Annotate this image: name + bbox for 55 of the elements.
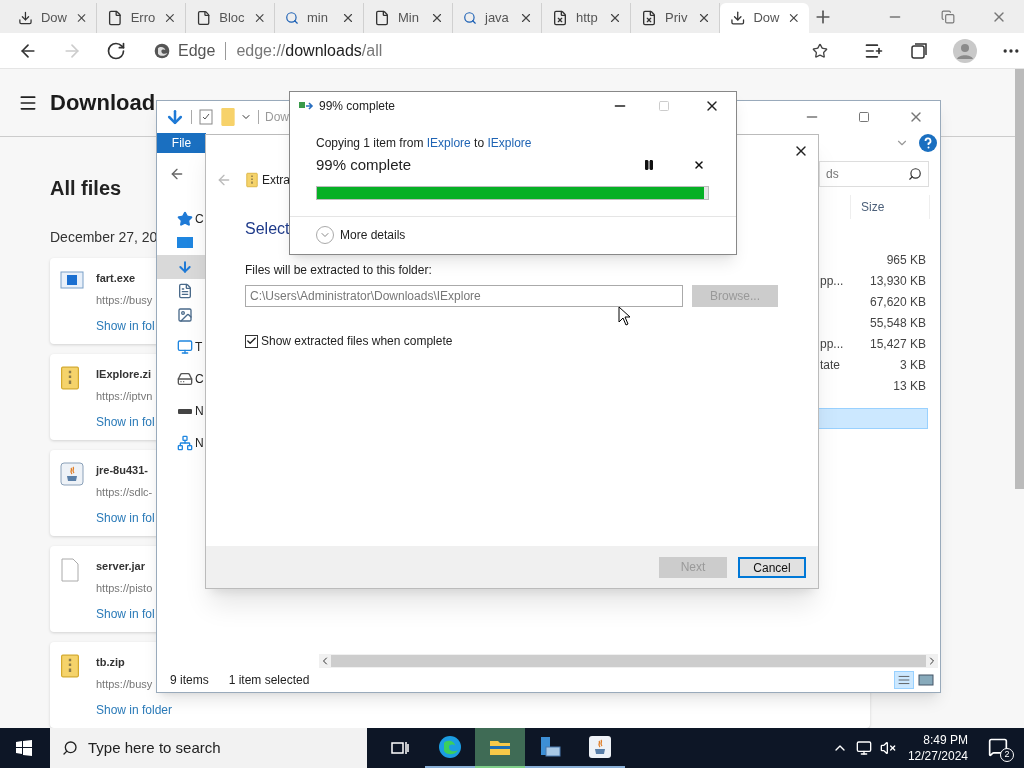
file-row[interactable]: 13 KB [818, 375, 928, 396]
dialog-title: 99% complete [319, 98, 396, 115]
wizard-title: Extra [262, 172, 290, 189]
file-tab[interactable]: File [157, 133, 206, 153]
browser-tab[interactable]: Dow [720, 3, 809, 33]
window-title: Dow [265, 109, 289, 126]
wizard-heading: Select [245, 219, 290, 239]
nav-item[interactable]: C [157, 367, 207, 391]
file-row[interactable]: 55,548 KB [818, 312, 928, 333]
file-name: IExplore.zi [96, 367, 153, 382]
site-label: Edge [178, 40, 216, 61]
nav-item[interactable]: N [157, 399, 207, 423]
file-row[interactable]: tate 3 KB [818, 354, 928, 375]
file-name: fart.exe [96, 271, 137, 286]
clock-date[interactable]: 12/27/2024 [907, 748, 968, 764]
page-title: Download [50, 89, 156, 117]
status-text: 9 items [170, 672, 209, 689]
address-bar[interactable]: Edge edge://downloads/all [146, 35, 836, 66]
field-label: Files will be extracted to this folder: [245, 262, 432, 279]
nav-item[interactable]: C [157, 207, 207, 231]
show-in-folder-link[interactable]: Show in fol [96, 605, 155, 623]
show-files-checkbox[interactable]: Show extracted files when complete [245, 332, 818, 350]
show-in-folder-link[interactable]: Show in fol [96, 509, 155, 527]
show-in-folder-link[interactable]: Show in fol [96, 413, 155, 431]
show-in-folder-link[interactable]: Show in fol [96, 317, 155, 335]
show-in-folder-link[interactable]: Show in folder [96, 701, 173, 719]
file-name: tb.zip [96, 655, 126, 670]
taskbar-search-field[interactable]: Type here to search [50, 728, 367, 768]
folder-path-field[interactable]: C:\Users\Administrator\Downloads\IExplore [245, 285, 683, 307]
column-header[interactable]: Size [850, 195, 930, 219]
copy-message: Copying 1 item from IExplore to IExplore [316, 135, 533, 152]
file-url: https://busy [96, 292, 154, 308]
file-row[interactable]: pp... 15,427 KB [818, 333, 928, 354]
nav-item[interactable]: T [157, 335, 207, 359]
file-url: https://sdlc- [96, 484, 154, 500]
status-text: 1 item selected [228, 672, 310, 689]
file-row[interactable]: 965 KB [818, 249, 928, 270]
clock-time[interactable]: 8:49 PM [923, 732, 968, 748]
file-row[interactable]: pp... 13,930 KB [818, 270, 928, 291]
file-row[interactable]: 67,620 KB [818, 291, 928, 312]
file-name: server.jar [96, 559, 146, 574]
source-link[interactable]: IExplore [426, 136, 471, 150]
more-details-toggle[interactable]: More details [316, 226, 406, 245]
destination-link[interactable]: IExplore [487, 136, 532, 150]
file-url: https://pisto [96, 580, 154, 596]
notification-count: 2 [1000, 748, 1014, 762]
progress-status: 99% complete [316, 155, 412, 175]
search-field[interactable]: ds [819, 161, 929, 187]
wizard-button[interactable]: Cancel [738, 556, 806, 578]
section-title: All files [50, 176, 122, 201]
url-text: edge://downloads/all [236, 40, 383, 61]
nav-item[interactable]: N [157, 431, 207, 455]
file-name: jre-8u431- [96, 463, 149, 478]
file-url: https://iptvn [96, 388, 154, 404]
notification-button[interactable]: 2 [988, 737, 1010, 759]
